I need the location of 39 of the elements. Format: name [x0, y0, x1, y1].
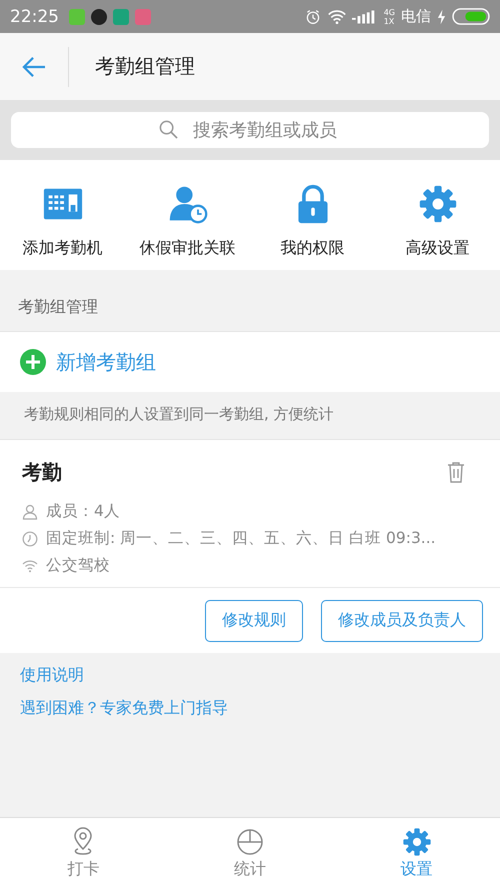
shortcut-label[interactable]: 添加考勤机 — [22, 238, 102, 259]
add-group-label[interactable]: 新增考勤组 — [56, 348, 156, 376]
tab[interactable]: 设置 — [333, 818, 500, 889]
help-link[interactable]: 使用说明 — [20, 665, 84, 686]
carrier-name: 电信 — [401, 7, 431, 26]
charging-icon — [437, 8, 446, 24]
wifi-icon — [328, 8, 346, 24]
pie-chart-icon — [235, 827, 265, 857]
back-arrow-icon[interactable] — [21, 56, 47, 78]
person-icon — [22, 504, 38, 520]
tab[interactable]: 统计 — [166, 818, 334, 889]
clock-icon — [22, 530, 38, 546]
app-icon — [113, 8, 129, 24]
group-detail: 固定班制: 周一、二、三、四、五、六、日 白班 09:3... — [46, 528, 436, 549]
gear-icon — [402, 827, 432, 857]
plus-icon — [20, 349, 46, 375]
app-icon — [135, 8, 151, 24]
clock-time: 22:25 — [10, 6, 59, 26]
app-icon — [91, 8, 107, 24]
page-title: 考勤组管理 — [95, 53, 195, 80]
group-card[interactable]: 考勤 成员：4人 固定班制: 周一、二、三、四、五、六、日 白班 09:3... 公交驾校 — [0, 440, 500, 588]
group-detail: 公交驾校 — [46, 555, 110, 576]
add-group-row[interactable]: 新增考勤组 — [0, 332, 500, 392]
help-link[interactable]: 遇到困难？专家免费上门指导 — [20, 698, 228, 719]
edit-button[interactable]: 修改成员及负责人 — [321, 600, 483, 642]
network-type: 4G 1X — [384, 8, 395, 26]
shortcut-label[interactable]: 我的权限 — [280, 238, 344, 259]
group-detail: 成员：4人 — [46, 501, 120, 522]
group-name: 考勤 — [22, 458, 62, 486]
battery-icon — [452, 8, 490, 25]
search-field[interactable]: 搜索考勤组或成员 — [11, 112, 489, 148]
shortcut-label[interactable]: 休假审批关联 — [140, 238, 236, 259]
app-icon — [69, 8, 85, 24]
edit-button[interactable]: 修改规则 — [205, 600, 303, 642]
trash-icon[interactable] — [446, 461, 466, 483]
tab[interactable]: 打卡 — [0, 818, 167, 889]
shortcut-label[interactable]: 高级设置 — [406, 238, 470, 259]
search-icon — [159, 120, 178, 139]
wifi-icon — [22, 558, 38, 574]
